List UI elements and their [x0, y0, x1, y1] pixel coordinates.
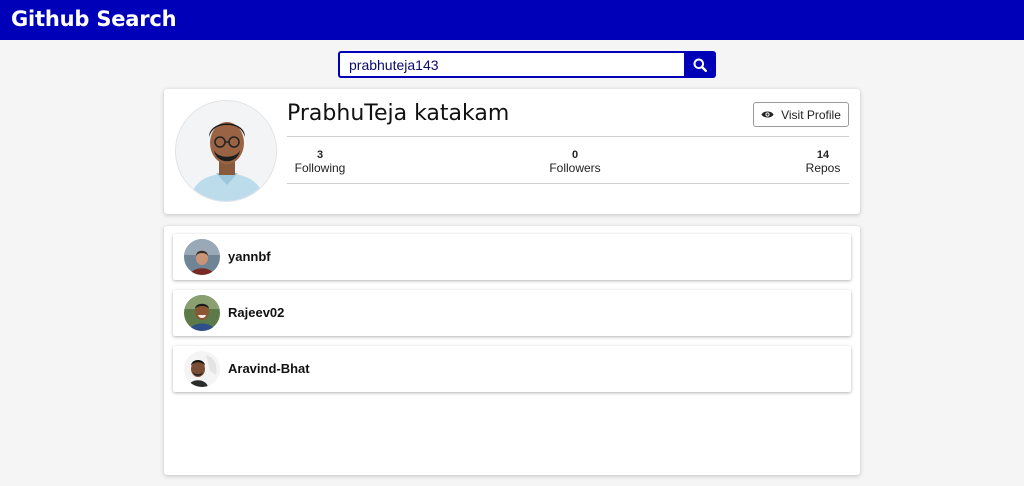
stat-label: Followers: [549, 161, 601, 175]
stat-label: Following: [294, 161, 346, 175]
list-item[interactable]: Aravind-Bhat: [173, 346, 851, 392]
user-avatar: [184, 295, 220, 331]
stat-repos: 14 Repos: [795, 149, 851, 175]
list-item[interactable]: Rajeev02: [173, 290, 851, 336]
search-icon: [693, 58, 707, 72]
search-button[interactable]: [684, 51, 716, 78]
eye-icon: [761, 111, 774, 118]
following-list: yannbf Rajeev02 Aravind-Bhat: [164, 226, 860, 475]
stat-label: Repos: [805, 161, 841, 175]
user-name: Rajeev02: [228, 305, 285, 320]
search-input[interactable]: [338, 51, 686, 78]
user-avatar: [184, 351, 220, 387]
visit-profile-button[interactable]: Visit Profile: [753, 102, 849, 127]
divider: [287, 136, 849, 137]
app-title: Github Search: [11, 7, 177, 31]
divider: [287, 183, 849, 184]
stat-followers: 0 Followers: [538, 149, 612, 175]
user-name: Aravind-Bhat: [228, 361, 310, 376]
stat-following: 3 Following: [287, 149, 353, 175]
app-header: Github Search: [0, 0, 1024, 40]
list-item[interactable]: yannbf: [173, 234, 851, 280]
profile-name: PrabhuTeja katakam: [287, 101, 510, 126]
profile-avatar: [175, 100, 277, 202]
visit-profile-label: Visit Profile: [781, 107, 841, 122]
profile-card: PrabhuTeja katakam Visit Profile 3 Follo…: [164, 89, 860, 214]
search-bar: [338, 51, 716, 78]
user-avatar: [184, 239, 220, 275]
user-name: yannbf: [228, 249, 271, 264]
